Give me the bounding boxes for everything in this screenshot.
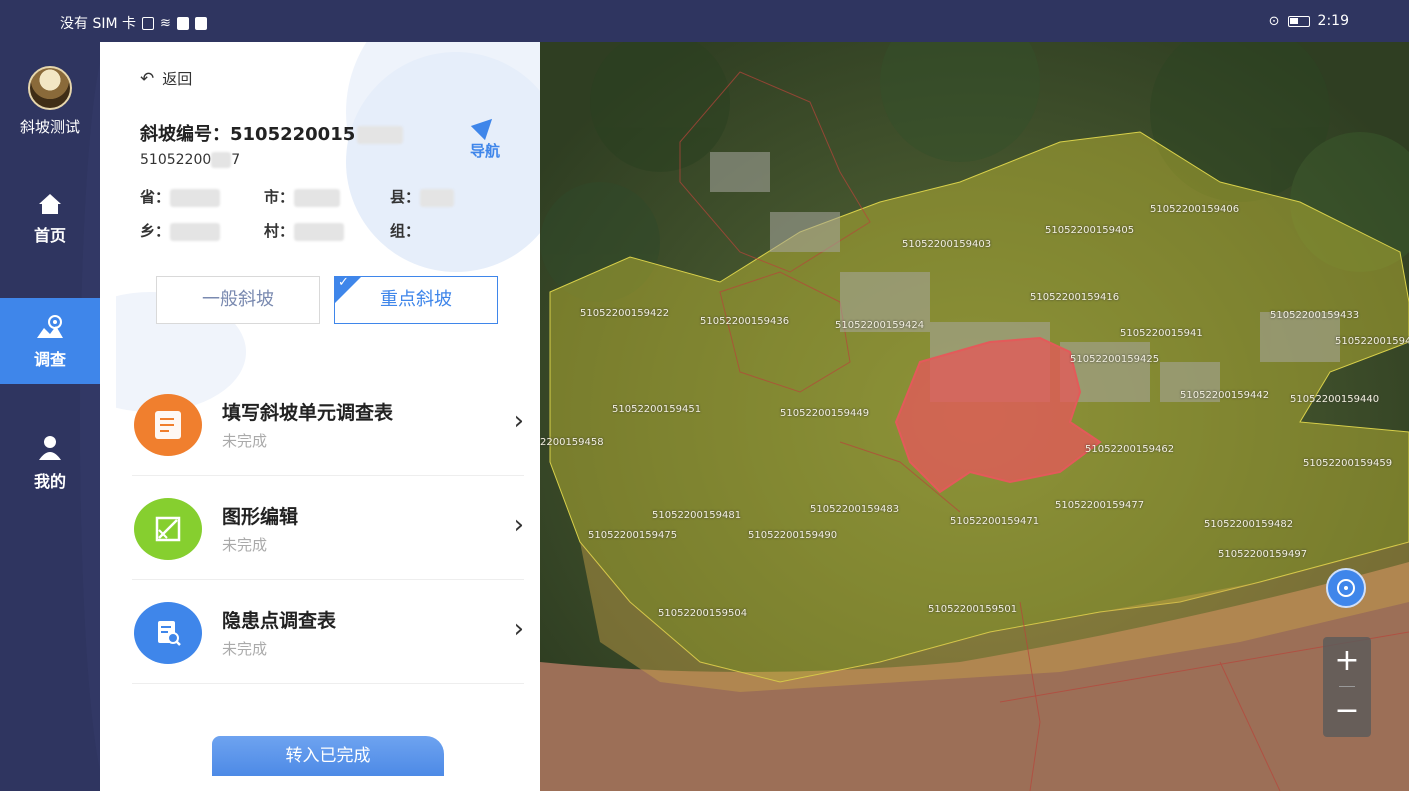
user-name: 斜坡测试 (19, 118, 80, 136)
city-field: 市： (264, 186, 341, 207)
wifi-icon: ≋ (160, 15, 171, 31)
home-icon (39, 194, 61, 214)
status-bar: 没有 SIM 卡 ≋ ⊙ 2:19 (0, 0, 1409, 42)
clock: 2:19 (1317, 13, 1349, 29)
county-field: 县： (390, 186, 455, 207)
battery-icon (1287, 15, 1310, 27)
map-view[interactable]: 51052200159406 51052200159405 5105220015… (540, 42, 1409, 791)
back-arrow-icon: ↶ (140, 68, 155, 89)
sim-status: 没有 SIM 卡 (60, 16, 136, 32)
shape-edit-icon (134, 498, 202, 560)
village-field: 村： (264, 220, 345, 241)
key-slope-option[interactable]: ✓ 重点斜坡 (334, 276, 498, 324)
locate-me-button[interactable] (1326, 568, 1366, 608)
navigate-label: 导航 (469, 142, 500, 160)
general-slope-option[interactable]: 一般斜坡 (156, 276, 320, 324)
slope-code-sub: 51052200 7 (140, 152, 241, 168)
download-icon (194, 16, 207, 30)
zoom-out-button[interactable]: − (1323, 687, 1371, 737)
slope-detail-panel: ↶ 返回 斜坡编号：5105220015 51052200 7 导航 省： 市： … (116, 42, 540, 791)
nav-item-mine[interactable]: 我的 (0, 434, 100, 492)
nav-item-survey[interactable]: 调查 (0, 298, 100, 384)
satellite-map (540, 42, 1409, 791)
sim-card-icon (142, 16, 154, 30)
check-icon: ✓ (338, 275, 349, 290)
navigation-arrow-icon (470, 111, 500, 141)
location-pin-icon: ⊙ (1268, 13, 1280, 29)
notification-icon (176, 16, 189, 30)
chevron-right-icon: › (513, 614, 524, 644)
task-slope-unit-form[interactable]: 填写斜坡单元调查表 未完成 › (132, 372, 524, 476)
task-status: 未完成 (222, 432, 268, 450)
task-status: 未完成 (222, 536, 268, 554)
task-shape-edit[interactable]: 图形编辑 未完成 › (132, 476, 524, 580)
slope-code: 斜坡编号：5105220015 (140, 120, 404, 146)
side-nav: 斜坡测试 首页 调查 我的 (0, 42, 100, 791)
search-doc-icon (134, 602, 202, 664)
nav-label-mine: 我的 (33, 472, 66, 491)
chevron-right-icon: › (513, 510, 524, 540)
edit-form-icon (134, 394, 202, 456)
zoom-in-button[interactable]: + (1323, 637, 1371, 687)
nav-label-home: 首页 (33, 226, 66, 245)
slope-code-value: 5105220015 (230, 124, 356, 145)
key-slope-label: 重点斜坡 (380, 289, 452, 310)
nav-user[interactable]: 斜坡测试 (0, 66, 100, 137)
town-field: 乡： (140, 220, 221, 241)
avatar (28, 66, 72, 110)
chevron-right-icon: › (513, 406, 524, 436)
task-title: 图形编辑 (222, 506, 299, 528)
province-field: 省： (140, 186, 221, 207)
group-field: 组： (390, 222, 421, 240)
navigate-button[interactable]: 导航 (460, 111, 510, 161)
move-to-completed-button[interactable]: 转入已完成 (212, 736, 444, 776)
user-icon (39, 436, 61, 460)
task-title: 隐患点调查表 (222, 610, 337, 632)
task-title: 填写斜坡单元调查表 (222, 402, 394, 424)
slope-code-label: 斜坡编号： (140, 124, 230, 145)
zoom-control: + − (1323, 637, 1371, 737)
nav-label-survey: 调查 (33, 350, 66, 369)
crosshair-icon (1337, 579, 1355, 597)
task-status: 未完成 (222, 640, 268, 658)
task-hazard-point-form[interactable]: 隐患点调查表 未完成 › (132, 580, 524, 684)
back-button[interactable]: ↶ 返回 (140, 68, 192, 89)
survey-map-icon (37, 315, 63, 338)
nav-item-home[interactable]: 首页 (0, 192, 100, 246)
back-label: 返回 (162, 70, 193, 88)
